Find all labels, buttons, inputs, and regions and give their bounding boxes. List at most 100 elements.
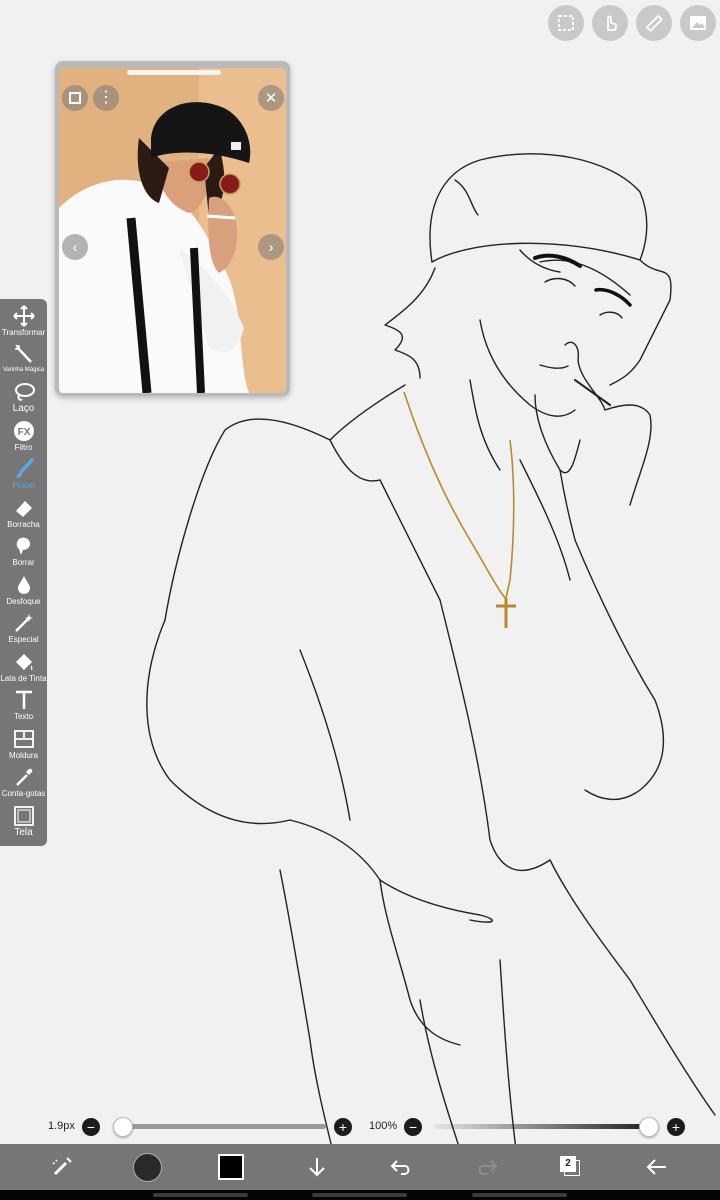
selection-icon [558,15,574,31]
blur-drop-icon [12,574,36,596]
tool-label: Desfoque [6,597,41,606]
tool-label: Pincel [12,481,35,490]
tool-label: Moldura [9,751,38,760]
opacity-slider[interactable] [434,1124,654,1129]
tool-label: Borracha [7,520,40,529]
redo-button[interactable] [472,1152,502,1182]
tool-label: Lata de Tinta [0,674,47,683]
tool-label: Texto [13,712,34,721]
image-material-button[interactable] [680,5,716,41]
close-reference-button[interactable]: ✕ [258,85,284,111]
opacity-knob[interactable] [639,1117,659,1137]
eyedropper-icon [12,766,36,788]
tool-especial[interactable]: Especial [0,612,47,650]
reference-photo [59,68,286,393]
previous-image-button[interactable]: ‹ [62,234,88,260]
reference-window[interactable]: ⋮ ✕ ‹ › [55,61,290,396]
layers-icon: 2 [560,1156,582,1178]
layer-count: 2 [560,1156,576,1172]
import-down-icon [309,1158,325,1177]
tool-label: Laço [12,403,35,414]
tool-desfoque[interactable]: Desfoque [0,574,47,612]
ruler-button[interactable] [636,5,672,41]
top-tools [548,5,716,41]
brush-settings-button[interactable] [47,1152,77,1182]
system-nav-bar [0,1190,720,1200]
tool-texto[interactable]: Texto [0,689,47,727]
back-button[interactable] [642,1152,672,1182]
frame-icon [12,728,36,750]
brush-size-decrease-button[interactable]: − [82,1118,100,1136]
tool-borrar[interactable]: Borrar [0,535,47,573]
more-options-button[interactable]: ⋮ [93,85,119,111]
fx-icon: FX [12,420,36,442]
brush-icon [12,458,36,480]
opacity-increase-button[interactable]: + [667,1118,685,1136]
back-icon [646,1159,666,1175]
brush-preview-icon [132,1152,162,1182]
brush-size-increase-button[interactable]: + [334,1118,352,1136]
tool-label: Varinha Mágica [2,367,45,373]
paint-bucket-icon [12,651,36,673]
next-image-button[interactable]: › [258,234,284,260]
nav-pill-right[interactable] [472,1193,567,1197]
canvas-icon [12,805,36,827]
brush-size-slider[interactable] [118,1124,326,1129]
hand-touch-button[interactable] [592,5,628,41]
tool-varinha[interactable]: Varinha Mágica [0,343,47,381]
reference-drag-handle[interactable] [127,70,221,75]
ruler-icon [645,14,664,33]
tool-laco[interactable]: Laço [0,381,47,419]
tool-label: Borrar [12,558,35,567]
plus-icon: + [338,1119,348,1135]
tool-conta[interactable]: Conta-gotas [0,766,47,804]
tool-moldura[interactable]: Moldura [0,728,47,766]
brush-preview-button[interactable] [132,1152,162,1182]
selection-tool-button[interactable] [548,5,584,41]
previous-icon: ‹ [72,238,78,256]
nav-pill-center[interactable] [312,1193,407,1197]
nav-pill-left[interactable] [153,1193,248,1197]
layers-button[interactable]: 2 [556,1152,586,1182]
window-mode-button[interactable] [62,85,88,111]
tool-label: Tela [14,827,33,838]
tool-pincel[interactable]: Pincel [0,458,47,496]
tool-label: Filtro [14,443,33,452]
lasso-icon [12,381,36,403]
color-swatch [218,1154,244,1180]
move-arrows-icon [12,305,36,327]
eraser-icon [12,497,36,519]
brush-size-knob[interactable] [113,1117,133,1137]
image-material-icon [690,16,706,30]
text-icon [12,689,36,711]
color-swatch-button[interactable] [216,1152,246,1182]
hand-touch-icon [607,15,618,31]
tool-tela[interactable]: Tela [0,805,47,843]
tool-label: Especial [8,635,39,644]
tool-transformar[interactable]: Transformar [0,305,47,343]
opacity-decrease-button[interactable]: − [404,1118,422,1136]
import-button[interactable] [302,1152,332,1182]
redo-icon [478,1160,498,1175]
tool-filtro[interactable]: FX Filtro [0,420,47,458]
brush-size-value: 1.9px [48,1120,75,1132]
more-options-icon: ⋮ [98,89,114,106]
tool-label: Transformar [1,328,46,337]
slider-row: 1.9px − + 100% − + [0,1116,720,1138]
undo-button[interactable] [386,1152,416,1182]
window-mode-icon [69,92,81,104]
tool-lata[interactable]: Lata de Tinta [0,651,47,689]
undo-icon [390,1160,410,1175]
opacity-value: 100% [369,1120,398,1132]
close-icon: ✕ [264,90,278,107]
smudge-icon [12,535,36,557]
minus-icon: − [86,1119,96,1135]
brush-settings-icon [52,1157,72,1176]
next-icon: › [268,238,274,256]
bottom-toolbar: 2 [0,1144,720,1190]
special-wand-icon [12,612,36,634]
svg-text:FX: FX [17,427,30,438]
plus-icon: + [671,1119,681,1135]
magic-wand-icon [12,343,36,365]
tool-borracha[interactable]: Borracha [0,497,47,535]
